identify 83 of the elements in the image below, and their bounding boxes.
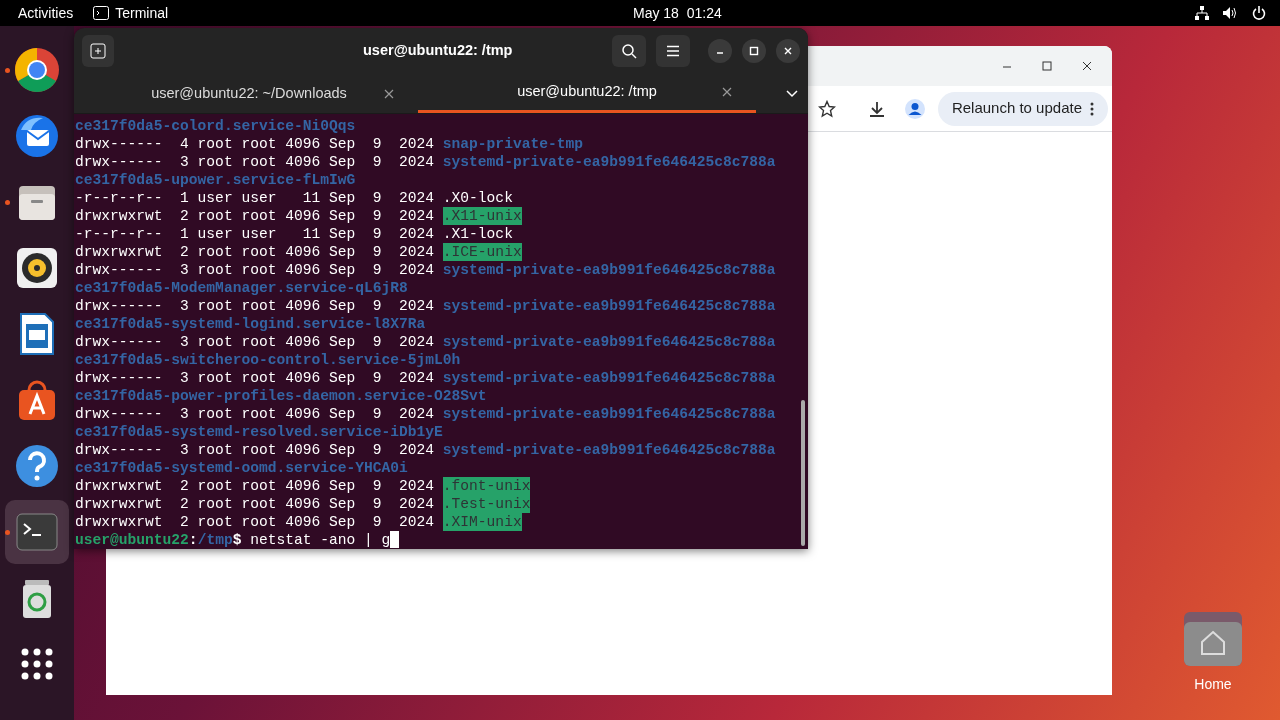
file-name: ce317f0da5-systemd-resolved.service-iDb1yE	[75, 423, 443, 441]
new-tab-icon	[90, 43, 106, 59]
new-tab-button[interactable]	[82, 35, 114, 67]
star-icon[interactable]	[817, 99, 836, 118]
more-icon	[1090, 101, 1094, 116]
prompt-user: user@ubuntu22	[75, 531, 189, 549]
file-name: .X1-lock	[442, 225, 513, 243]
file-name: systemd-private-ea9b991fe646425c8c788a	[442, 153, 776, 171]
listing-details: -r--r--r-- 1 user user 11 Sep 9 2024	[75, 189, 436, 207]
listing-details: drwxrwxrwt 2 root root 4096 Sep 9 2024	[75, 495, 436, 513]
file-name: ce317f0da5-upower.service-fLmIwG	[75, 171, 356, 189]
file-name: ce317f0da5-systemd-oomd.service-YHCA0i	[75, 459, 408, 477]
maximize-icon	[749, 46, 759, 56]
browser-icon	[13, 46, 61, 94]
network-icon[interactable]	[1195, 6, 1209, 20]
file-name: systemd-private-ea9b991fe646425c8c788a	[442, 297, 776, 315]
file-name: .ICE-unix	[442, 243, 522, 261]
terminal-icon	[93, 6, 110, 20]
prompt-path: /tmp	[197, 531, 233, 549]
minimize-button[interactable]	[708, 39, 732, 63]
close-icon[interactable]	[722, 87, 732, 97]
activities-button[interactable]: Activities	[18, 2, 74, 24]
file-name: .XIM-unix	[442, 513, 522, 531]
listing-details: drwx------ 3 root root 4096 Sep 9 2024	[75, 153, 436, 171]
close-icon	[783, 46, 793, 56]
desktop-icon-label: Home	[1194, 675, 1232, 694]
file-name: ce317f0da5-switcheroo-control.service-5jmL0h	[75, 351, 461, 369]
desktop-icon[interactable]: Home	[1178, 612, 1248, 695]
tab-label: user@ubuntu22: /tmp	[517, 82, 657, 102]
chevron-down-icon[interactable]	[786, 89, 798, 98]
file-name: ce317f0da5-power-profiles-daemon.service-O28Svt	[75, 387, 487, 405]
file-name: systemd-private-ea9b991fe646425c8c788a	[442, 261, 776, 279]
listing-details: drwx------ 3 root root 4096 Sep 9 2024	[75, 405, 436, 423]
file-name: snap-private-tmp	[442, 135, 583, 153]
mail-icon	[13, 112, 61, 160]
terminal-tab[interactable]: user@ubuntu22: /tmp	[418, 74, 756, 113]
tab-label: user@ubuntu22: ~/Downloads	[151, 83, 347, 103]
listing-details: drwx------ 3 root root 4096 Sep 9 2024	[75, 333, 436, 351]
file-name: .X11-unix	[442, 207, 522, 225]
terminal-tab[interactable]: user@ubuntu22: ~/Downloads	[80, 74, 418, 113]
relaunch-button[interactable]: Relaunch to update	[937, 91, 1108, 126]
file-name: systemd-private-ea9b991fe646425c8c788a	[442, 405, 776, 423]
listing-details: drwx------ 3 root root 4096 Sep 9 2024	[75, 261, 436, 279]
help-icon	[13, 442, 61, 490]
home-folder-icon	[1184, 612, 1242, 666]
prompt-symbol: $	[232, 531, 243, 549]
menu-icon	[666, 45, 680, 57]
file-name: systemd-private-ea9b991fe646425c8c788a	[442, 369, 776, 387]
listing-details: -r--r--r-- 1 user user 11 Sep 9 2024	[75, 225, 436, 243]
file-name: ce317f0da5-systemd-logind.service-l8X7Ra	[75, 315, 426, 333]
listing-details: drwxrwxrwt 2 root root 4096 Sep 9 2024	[75, 513, 436, 531]
file-name: systemd-private-ea9b991fe646425c8c788a	[442, 441, 776, 459]
listing-details: drwx------ 3 root root 4096 Sep 9 2024	[75, 297, 436, 315]
file-name: ce317f0da5-colord.service-Ni0Qqs	[75, 117, 356, 135]
scrollbar[interactable]	[801, 400, 805, 546]
file-name: .X0-lock	[442, 189, 513, 207]
listing-details: drwx------ 3 root root 4096 Sep 9 2024	[75, 369, 436, 387]
app-name: Terminal	[115, 3, 169, 23]
file-name: ce317f0da5-ModemManager.service-qL6jR8	[75, 279, 408, 297]
listing-details: drwx------ 3 root root 4096 Sep 9 2024	[75, 441, 436, 459]
menu-button[interactable]	[656, 35, 690, 67]
listing-details: drwxrwxrwt 2 root root 4096 Sep 9 2024	[75, 243, 436, 261]
search-icon	[621, 43, 637, 59]
command-text: netstat -ano | g	[250, 531, 391, 549]
search-button[interactable]	[612, 35, 646, 67]
volume-icon[interactable]	[1223, 6, 1238, 20]
close-button[interactable]	[776, 39, 800, 63]
prompt-separator: :	[188, 531, 198, 549]
download-icon[interactable]	[867, 99, 886, 118]
app-menu[interactable]: Terminal	[93, 2, 169, 24]
listing-details: drwxrwxrwt 2 root root 4096 Sep 9 2024	[75, 207, 436, 225]
text-cursor	[390, 531, 400, 548]
window-title: user@ubuntu22: /tmp	[363, 41, 513, 61]
file-name: .font-unix	[442, 477, 531, 495]
file-name: systemd-private-ea9b991fe646425c8c788a	[442, 333, 776, 351]
profile-icon[interactable]	[903, 97, 926, 120]
listing-details: drwx------ 4 root root 4096 Sep 9 2024	[75, 135, 436, 153]
file-name: .Test-unix	[442, 495, 531, 513]
listing-details: drwxrwxrwt 2 root root 4096 Sep 9 2024	[75, 477, 436, 495]
close-icon[interactable]	[384, 88, 394, 99]
power-icon[interactable]	[1252, 6, 1266, 20]
clock[interactable]: May 18 01:24	[633, 2, 722, 24]
maximize-button[interactable]	[742, 39, 766, 63]
